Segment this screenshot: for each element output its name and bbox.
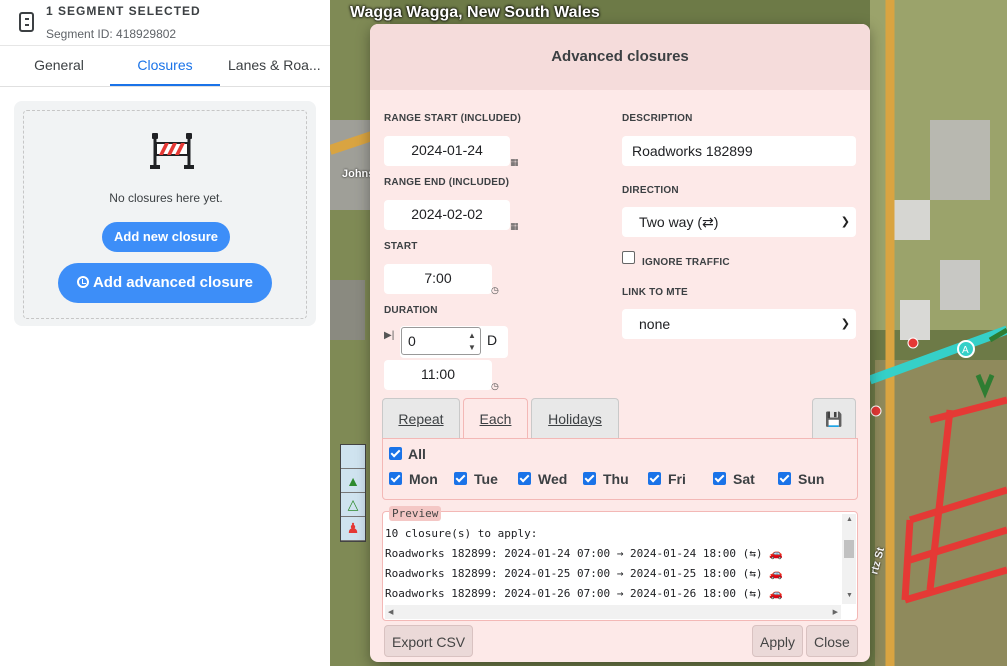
segment-title: 1 SEGMENT SELECTED bbox=[46, 4, 201, 18]
stepper-up-icon[interactable]: ▲ bbox=[468, 331, 476, 340]
layer-strip: ▲ △ ♟ bbox=[340, 444, 366, 542]
link-mte-value: none bbox=[639, 316, 671, 332]
preview-line: Roadworks 182899: 2024-01-24 07:00 → 202… bbox=[385, 547, 783, 560]
thu-label: Thu bbox=[603, 471, 629, 487]
clock-icon[interactable]: ◷ bbox=[491, 285, 499, 296]
export-csv-button[interactable]: Export CSV bbox=[384, 625, 474, 657]
stepper-down-icon[interactable]: ▼ bbox=[468, 343, 476, 352]
sun-label: Sun bbox=[798, 471, 825, 487]
days-panel: All Mon Tue Wed Thu Fri Sat Sun bbox=[382, 438, 858, 500]
scroll-left-icon[interactable]: ◀ bbox=[388, 608, 393, 616]
sat-label: Sat bbox=[733, 471, 755, 487]
chevron-down-icon: ❯ bbox=[840, 216, 850, 228]
duration-time-input[interactable]: 11:00 bbox=[384, 360, 492, 390]
double-up-arrow-icon[interactable]: △ bbox=[341, 493, 365, 517]
tue-checkbox[interactable] bbox=[454, 472, 467, 485]
mon-label: Mon bbox=[409, 471, 438, 487]
segment-tabs: General Closures Lanes & Roa... bbox=[0, 46, 330, 87]
pedestrian-icon[interactable]: ♟ bbox=[341, 517, 365, 541]
scroll-thumb[interactable] bbox=[844, 540, 854, 558]
link-mte-label: LINK TO MTE bbox=[622, 287, 688, 298]
description-input[interactable]: Roadworks 182899 bbox=[622, 136, 856, 166]
map-location-label: Wagga Wagga, New South Wales bbox=[350, 4, 600, 21]
scroll-down-icon[interactable]: ▼ bbox=[846, 592, 853, 599]
closures-dropzone: No closures here yet. Add new closure Ad… bbox=[23, 110, 307, 319]
strip-cell[interactable] bbox=[341, 445, 365, 469]
segment-icon bbox=[19, 12, 34, 32]
segment-id: Segment ID: 418929802 bbox=[46, 27, 177, 41]
sun-checkbox[interactable] bbox=[778, 472, 791, 485]
link-mte-select[interactable]: none ❯ bbox=[622, 309, 856, 339]
fri-label: Fri bbox=[668, 471, 686, 487]
range-start-input[interactable]: 2024-01-24 bbox=[384, 136, 510, 166]
tab-general[interactable]: General bbox=[0, 46, 118, 86]
tab-each[interactable]: Each bbox=[463, 398, 528, 438]
duration-days-unit: D bbox=[487, 332, 498, 348]
ignore-traffic-checkbox[interactable] bbox=[622, 251, 635, 264]
add-closure-button[interactable]: Add new closure bbox=[102, 222, 230, 252]
calendar-icon[interactable]: ▦ bbox=[510, 221, 519, 232]
range-end-input[interactable]: 2024-02-02 bbox=[384, 200, 510, 230]
sidebar: 1 SEGMENT SELECTED Segment ID: 418929802… bbox=[0, 0, 330, 666]
tue-label: Tue bbox=[474, 471, 498, 487]
preview-line: 10 closure(s) to apply: bbox=[385, 527, 538, 540]
clock-icon[interactable]: ◷ bbox=[491, 381, 499, 392]
up-arrow-icon[interactable]: ▲ bbox=[341, 469, 365, 493]
tab-holidays[interactable]: Holidays bbox=[531, 398, 619, 438]
closures-panel: No closures here yet. Add new closure Ad… bbox=[14, 101, 316, 326]
add-advanced-closure-label: Add advanced closure bbox=[92, 274, 254, 291]
direction-value: Two way (⇄) bbox=[639, 214, 719, 230]
preview-line: Roadworks 182899: 2024-01-26 07:00 → 202… bbox=[385, 587, 783, 600]
advanced-closures-dialog: Advanced closures RANGE START (INCLUDED)… bbox=[370, 24, 870, 662]
calendar-icon[interactable]: ▦ bbox=[510, 157, 519, 168]
preview-scrollbar-horizontal[interactable]: ◀ ▶ bbox=[385, 605, 841, 619]
add-advanced-closure-button[interactable]: Add advanced closure bbox=[58, 263, 272, 303]
apply-button[interactable]: Apply bbox=[752, 625, 804, 657]
chevron-down-icon: ❯ bbox=[840, 318, 850, 330]
dialog-title: Advanced closures bbox=[370, 24, 870, 90]
tab-lanes-roads[interactable]: Lanes & Roa... bbox=[220, 46, 328, 86]
tab-closures[interactable]: Closures bbox=[110, 46, 220, 86]
save-icon[interactable]: 💾 bbox=[812, 398, 856, 438]
svg-text:A: A bbox=[962, 345, 969, 356]
road-barrier-icon bbox=[150, 133, 194, 169]
range-start-label: RANGE START (INCLUDED) bbox=[384, 113, 521, 124]
scroll-right-icon[interactable]: ▶ bbox=[833, 608, 838, 616]
description-label: DESCRIPTION bbox=[622, 113, 693, 124]
preview-line: Roadworks 182899: 2024-01-25 07:00 → 202… bbox=[385, 567, 783, 580]
sat-checkbox[interactable] bbox=[713, 472, 726, 485]
segment-header: 1 SEGMENT SELECTED Segment ID: 418929802 bbox=[0, 0, 330, 46]
fri-checkbox[interactable] bbox=[648, 472, 661, 485]
preview-list: 10 closure(s) to apply: Roadworks 182899:… bbox=[385, 524, 837, 604]
ignore-traffic-label: IGNORE TRAFFIC bbox=[642, 257, 730, 268]
wed-checkbox[interactable] bbox=[518, 472, 531, 485]
preview-panel: Preview 10 closure(s) to apply: Roadworks… bbox=[382, 506, 858, 621]
direction-select[interactable]: Two way (⇄) ❯ bbox=[622, 207, 856, 237]
all-label: All bbox=[408, 446, 426, 462]
all-checkbox[interactable] bbox=[389, 447, 402, 460]
start-label: START bbox=[384, 241, 418, 252]
no-closures-text: No closures here yet. bbox=[109, 191, 223, 205]
close-button[interactable]: Close bbox=[806, 625, 858, 657]
scroll-up-icon[interactable]: ▲ bbox=[846, 516, 853, 523]
mon-checkbox[interactable] bbox=[389, 472, 402, 485]
start-time-input[interactable]: 7:00 bbox=[384, 264, 492, 294]
range-end-label: RANGE END (INCLUDED) bbox=[384, 177, 510, 188]
duration-days-group: 0 ▲ ▼ D bbox=[400, 326, 508, 358]
preview-scrollbar-vertical[interactable]: ▲ ▼ bbox=[842, 514, 856, 604]
clock-icon bbox=[76, 276, 89, 288]
tab-repeat[interactable]: Repeat bbox=[382, 398, 460, 438]
wed-label: Wed bbox=[538, 471, 568, 487]
duration-toggle-icon[interactable]: ▶| bbox=[384, 330, 394, 341]
direction-label: DIRECTION bbox=[622, 185, 679, 196]
duration-label: DURATION bbox=[384, 305, 438, 316]
thu-checkbox[interactable] bbox=[583, 472, 596, 485]
preview-label: Preview bbox=[389, 506, 442, 521]
